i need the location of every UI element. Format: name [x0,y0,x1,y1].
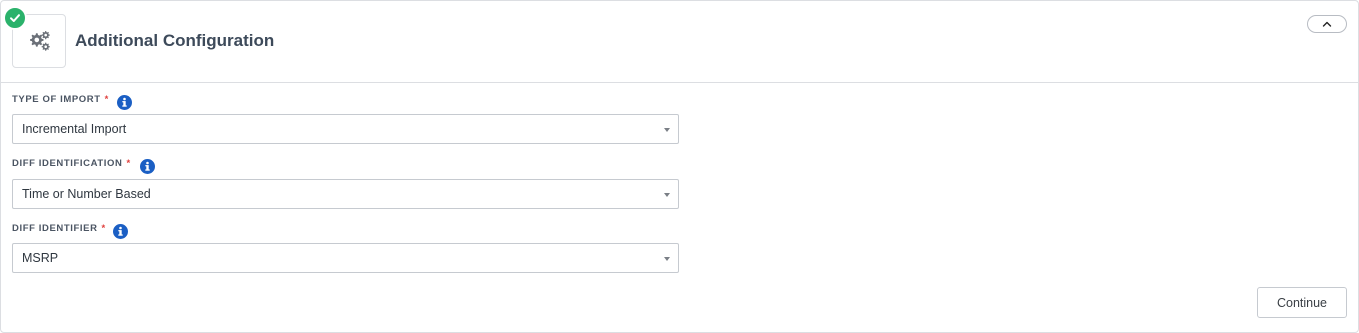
section-header: Additional Configuration [1,1,1358,83]
caret-down-icon [664,257,670,261]
field-label-text: DIFF IDENTIFICATION [12,158,123,169]
caret-down-icon [664,193,670,197]
gears-icon [30,31,50,51]
required-mark: * [101,223,106,234]
type-of-import-label: TYPE OF IMPORT * [12,94,109,105]
diff-identification-select[interactable]: Time or Number Based [12,179,679,209]
required-mark: * [104,94,109,105]
diff-identifier-select[interactable]: MSRP [12,243,679,273]
info-icon[interactable] [117,95,132,110]
continue-button[interactable]: Continue [1257,287,1347,318]
field-label-text: TYPE OF IMPORT [12,94,101,105]
select-value: MSRP [22,251,59,265]
field-label-text: DIFF IDENTIFIER [12,223,98,234]
type-of-import-select[interactable]: Incremental Import [12,114,679,144]
chevron-up-icon [1322,21,1332,27]
check-circle-icon [3,6,27,30]
info-icon[interactable] [140,159,155,174]
info-icon[interactable] [113,224,128,239]
additional-configuration-card: Additional Configuration TYPE OF IMPORT … [0,0,1359,333]
required-mark: * [126,158,131,169]
select-value: Incremental Import [22,122,127,136]
diff-identification-label: DIFF IDENTIFICATION * [12,158,131,169]
section-title: Additional Configuration [75,31,275,50]
select-value: Time or Number Based [22,187,151,201]
caret-down-icon [664,128,670,132]
collapse-button[interactable] [1307,15,1347,33]
diff-identifier-label: DIFF IDENTIFIER * [12,223,106,234]
